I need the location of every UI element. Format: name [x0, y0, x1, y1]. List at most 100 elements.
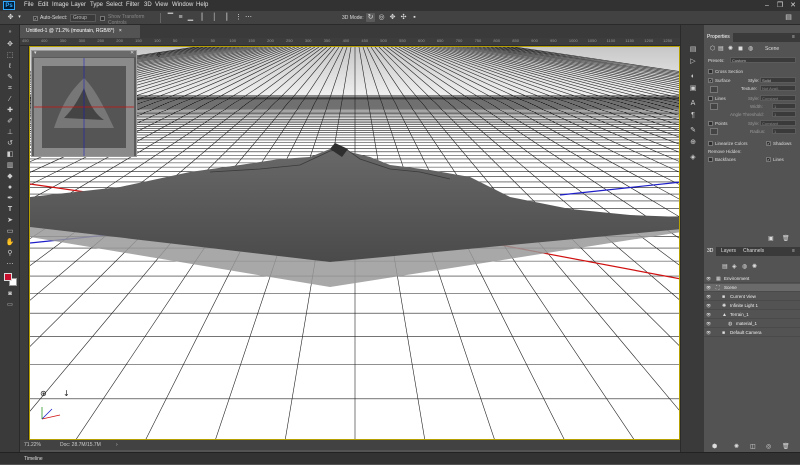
- foreground-color-swatch[interactable]: [4, 273, 12, 281]
- layers-panel-menu-icon[interactable]: ≡: [792, 248, 795, 254]
- dodge-tool-icon[interactable]: ●: [4, 183, 16, 192]
- zoom-tool-icon[interactable]: ⚲: [4, 249, 16, 258]
- presets-dropdown[interactable]: Custom: [730, 57, 796, 63]
- minimize-button[interactable]: –: [762, 1, 772, 10]
- lines-style-dropdown[interactable]: Constant: [760, 95, 796, 101]
- linearize-colors-checkbox[interactable]: [708, 141, 713, 146]
- quick-select-tool-icon[interactable]: ✎: [4, 73, 16, 82]
- lasso-tool-icon[interactable]: ℓ: [4, 62, 16, 71]
- menu-type[interactable]: Type: [90, 2, 103, 8]
- menu-select[interactable]: Select: [106, 2, 123, 8]
- filter-material-icon[interactable]: ◍: [742, 263, 747, 270]
- lines-checkbox[interactable]: [708, 96, 713, 101]
- filter-scene-icon[interactable]: ▤: [722, 263, 728, 270]
- shadows-checkbox[interactable]: ✓: [766, 141, 771, 146]
- cross-section-checkbox[interactable]: [708, 69, 713, 74]
- move-tool-icon[interactable]: ✥: [4, 40, 16, 49]
- align-top-icon[interactable]: ▔: [166, 13, 175, 22]
- distribute-2-icon[interactable]: ⋯: [244, 13, 253, 22]
- filter-light-icon[interactable]: ✺: [752, 263, 757, 270]
- layer-row[interactable]: 👁 ◍ material_1: [704, 320, 800, 328]
- collapse-tools-icon[interactable]: »: [4, 28, 16, 37]
- roll-3d-icon[interactable]: ◎: [377, 13, 386, 22]
- tab-channels[interactable]: Channels: [740, 247, 767, 256]
- brushes-panel-icon[interactable]: ✎: [687, 126, 699, 135]
- path-select-tool-icon[interactable]: ➤: [4, 216, 16, 225]
- menu-window[interactable]: Window: [172, 2, 193, 8]
- constraints-icon[interactable]: ◎: [766, 443, 771, 450]
- screen-mode-icon[interactable]: ▭: [4, 301, 16, 310]
- slide-3d-icon[interactable]: ✣: [399, 13, 408, 22]
- quick-mask-icon[interactable]: ◙: [4, 290, 16, 299]
- render-icon[interactable]: ▣: [768, 235, 774, 242]
- scene-light-icon[interactable]: ✺: [728, 45, 733, 52]
- layer-row[interactable]: 👁 ▲ Terrain_1: [704, 311, 800, 319]
- points-color-swatch[interactable]: [710, 128, 718, 135]
- 3d-panel-icon[interactable]: ◈: [687, 153, 699, 162]
- close-tab-icon[interactable]: ×: [119, 28, 122, 34]
- layer-row[interactable]: 👁 ■ Current View: [704, 293, 800, 301]
- texture-dropdown[interactable]: Not Avail.: [760, 85, 796, 91]
- eyedropper-tool-icon[interactable]: ⁄: [4, 95, 16, 104]
- points-radius-field[interactable]: 1: [772, 128, 796, 134]
- stamp-tool-icon[interactable]: ⊥: [4, 128, 16, 137]
- blur-tool-icon[interactable]: ◆: [4, 172, 16, 181]
- align-bottom-icon[interactable]: ▁: [186, 13, 195, 22]
- secondary-view-panel[interactable]: ▾ ✕: [31, 50, 137, 157]
- layer-row[interactable]: 👁 ✺ Infinite Light 1: [704, 302, 800, 310]
- visibility-eye-icon[interactable]: 👁: [706, 329, 711, 337]
- auto-select-dropdown[interactable]: Group: [70, 14, 96, 22]
- align-left-icon[interactable]: ▏: [200, 13, 209, 22]
- adjustments-panel-icon[interactable]: ◐: [687, 72, 699, 81]
- menu-3d[interactable]: 3D: [144, 2, 152, 8]
- filter-mesh-icon[interactable]: ◈: [732, 263, 737, 270]
- pen-tool-icon[interactable]: ✒: [4, 194, 16, 203]
- points-style-dropdown[interactable]: Constant: [760, 120, 796, 126]
- auto-select-checkbox[interactable]: ✓: [33, 16, 38, 21]
- history-brush-tool-icon[interactable]: ↺: [4, 139, 16, 148]
- menu-file[interactable]: File: [24, 2, 34, 8]
- visibility-eye-icon[interactable]: 👁: [706, 311, 711, 319]
- visibility-eye-icon[interactable]: 👁: [706, 320, 711, 328]
- orbit-3d-icon[interactable]: ↻: [366, 13, 375, 22]
- layer-row[interactable]: 👁 ■ Default Camera: [704, 329, 800, 337]
- menu-image[interactable]: Image: [52, 2, 69, 8]
- rectangle-tool-icon[interactable]: ▭: [4, 227, 16, 236]
- styles-panel-icon[interactable]: ▣: [687, 84, 699, 93]
- zoom-level[interactable]: 71.22%: [24, 440, 41, 450]
- distribute-icon[interactable]: ⋮: [234, 13, 243, 22]
- scene-camera-icon[interactable]: ◼: [738, 45, 743, 52]
- toggle-ground-icon[interactable]: ◫: [750, 443, 756, 450]
- panel-menu-icon[interactable]: ≡: [792, 34, 795, 40]
- scene-filter-icon[interactable]: ▤: [718, 45, 724, 52]
- surface-style-dropdown[interactable]: Solid: [760, 77, 796, 83]
- timeline-label[interactable]: Timeline: [24, 453, 43, 465]
- type-tool-icon[interactable]: T: [4, 205, 16, 214]
- layer-row[interactable]: 👁 ⛶ Scene: [704, 284, 800, 292]
- delete-layer-icon[interactable]: 🗑: [782, 443, 790, 450]
- workspace-icon[interactable]: ▤: [784, 13, 793, 22]
- menu-edit[interactable]: Edit: [38, 2, 48, 8]
- angle-threshold-field[interactable]: 1: [772, 111, 796, 117]
- surface-color-swatch[interactable]: [710, 86, 718, 93]
- paragraph-panel-icon[interactable]: ¶: [687, 111, 699, 120]
- visibility-eye-icon[interactable]: 👁: [706, 275, 711, 283]
- crop-tool-icon[interactable]: ⌗: [4, 84, 16, 93]
- delete-icon[interactable]: 🗑: [782, 235, 790, 242]
- status-menu-arrow[interactable]: ›: [116, 440, 118, 450]
- align-right-icon[interactable]: ▕: [220, 13, 229, 22]
- visibility-eye-icon[interactable]: 👁: [706, 293, 711, 301]
- brush-tool-icon[interactable]: ✐: [4, 117, 16, 126]
- secondary-view-close-icon[interactable]: ✕: [130, 50, 134, 56]
- gradient-tool-icon[interactable]: ▥: [4, 161, 16, 170]
- show-transform-checkbox[interactable]: [100, 16, 105, 21]
- eraser-tool-icon[interactable]: ◧: [4, 150, 16, 159]
- scene-material-icon[interactable]: ◍: [748, 45, 753, 52]
- menu-help[interactable]: Help: [196, 2, 208, 8]
- surface-checkbox[interactable]: ✓: [708, 78, 713, 83]
- pan-3d-icon[interactable]: ✥: [388, 13, 397, 22]
- menu-filter[interactable]: Filter: [126, 2, 139, 8]
- tab-layers[interactable]: Layers: [718, 247, 739, 256]
- hand-tool-icon[interactable]: ✋: [4, 238, 16, 247]
- tool-preset-dropdown-icon[interactable]: ▾: [15, 13, 24, 22]
